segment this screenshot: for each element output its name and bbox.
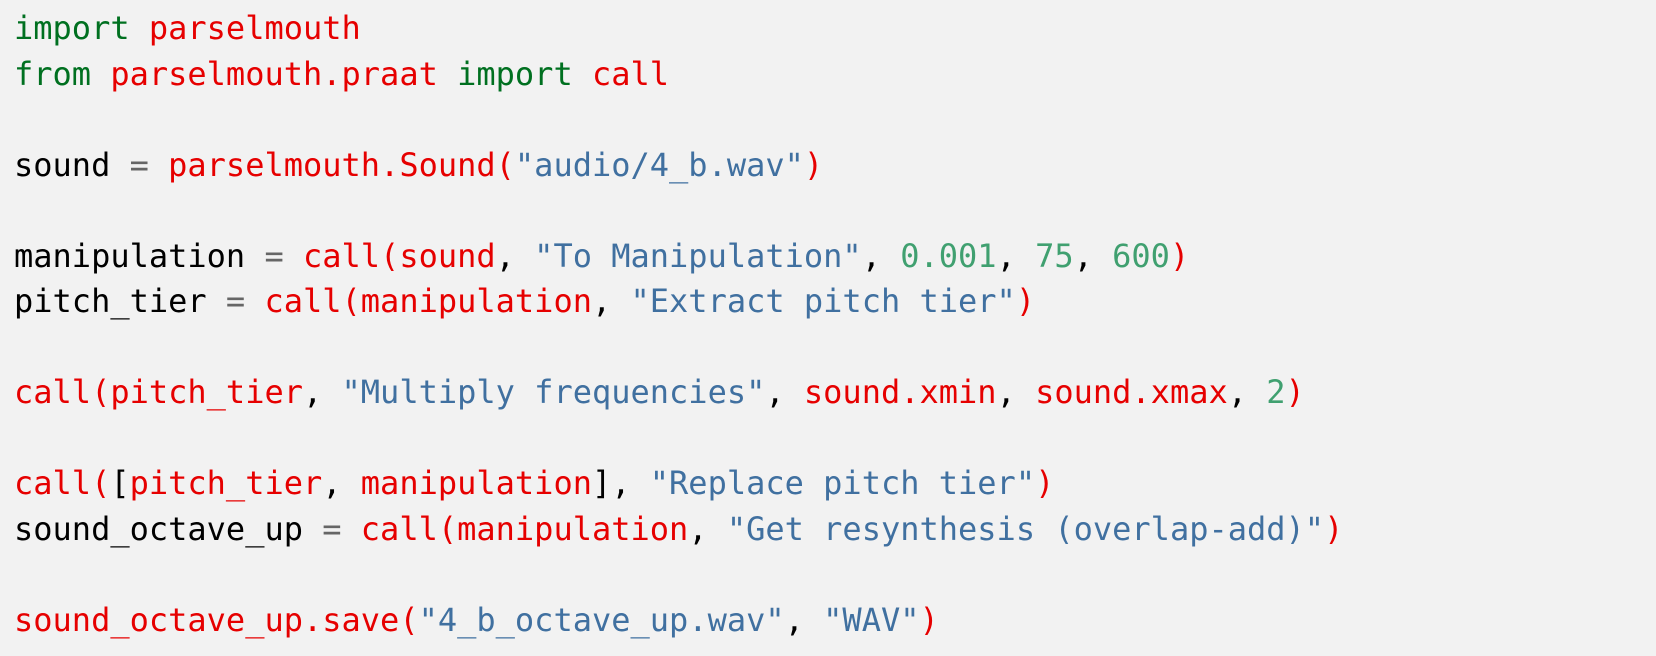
code-token-name: call(	[14, 464, 111, 502]
code-token-string: "Get resynthesis (overlap-add)"	[726, 509, 1325, 548]
code-token-name: )	[1015, 282, 1036, 320]
code-token-number: 2	[1266, 373, 1286, 411]
code-token-name: call(sound	[302, 236, 496, 275]
blank-code-line	[14, 325, 1656, 371]
code-token-number: 0.001	[900, 236, 997, 275]
code-token-string: "Extract pitch tier"	[630, 282, 1016, 320]
code-token-plain: pitch_tier	[14, 282, 207, 320]
code-token-plain: [	[110, 464, 130, 502]
code-token-number: 75	[1035, 236, 1074, 275]
code-block: import parselmouth from parselmouth.praat…	[0, 0, 1656, 656]
code-token-op: =	[110, 145, 169, 184]
code-token-number: 600	[1112, 236, 1170, 275]
code-token-plain: ],	[591, 464, 650, 502]
code-token-string: "4_b_octave_up.wav"	[418, 600, 785, 639]
code-token-name: )	[1035, 464, 1055, 502]
code-token-name: parselmouth.praat	[110, 54, 438, 93]
code-token-plain: ,	[996, 236, 1036, 275]
code-token-string: "Multiply frequencies"	[341, 373, 766, 411]
code-token-op: =	[206, 282, 265, 320]
code-token-name: parselmouth	[148, 9, 361, 47]
code-line: from parselmouth.praat import call	[14, 52, 1656, 98]
code-token-plain: manipulation	[14, 236, 246, 275]
code-token-plain: ,	[1073, 236, 1113, 275]
code-token-name: call	[591, 54, 670, 93]
code-token-name: )	[803, 145, 824, 184]
code-token-name: call(manipulation	[360, 509, 689, 548]
code-token-plain: ,	[784, 600, 824, 639]
code-token-name: )	[1324, 509, 1344, 548]
code-line: call([pitch_tier, manipulation], "Replac…	[14, 461, 1656, 507]
code-token-keyword: import	[457, 54, 573, 93]
code-token-plain: ,	[495, 236, 535, 275]
code-token-name: call(pitch_tier	[14, 373, 303, 411]
blank-code-line	[14, 552, 1656, 598]
code-token-string: "To Manipulation"	[534, 236, 862, 275]
code-token-plain: ,	[1227, 373, 1267, 411]
code-token-string: "WAV"	[823, 600, 920, 639]
code-token-plain: sound_octave_up	[14, 509, 303, 548]
code-token-name: pitch_tier	[129, 464, 323, 502]
code-token-keyword: import	[14, 9, 130, 47]
code-token-keyword: from	[14, 54, 92, 93]
code-line: sound_octave_up.save("4_b_octave_up.wav"…	[14, 598, 1656, 644]
code-token-name: )	[1169, 236, 1190, 275]
blank-code-line	[14, 416, 1656, 462]
code-token-name: )	[919, 600, 939, 639]
code-line: sound_octave_up = call(manipulation, "Ge…	[14, 507, 1656, 553]
code-line: manipulation = call(sound, "To Manipulat…	[14, 234, 1656, 280]
code-token-plain: ,	[322, 464, 361, 502]
code-token-plain: ,	[765, 373, 804, 411]
code-token-plain: ,	[861, 236, 901, 275]
blank-code-line	[14, 188, 1656, 234]
code-token-string: "Replace pitch tier"	[649, 464, 1036, 502]
code-token-plain: ,	[591, 282, 631, 320]
code-token-name: sound_octave_up.save(	[14, 600, 419, 639]
code-token-plain: sound	[14, 145, 111, 184]
code-token-plain: ,	[996, 373, 1036, 411]
code-token-name: parselmouth.Sound(	[168, 145, 515, 184]
code-token-string: "audio/4_b.wav"	[514, 145, 804, 184]
code-token-plain: ,	[688, 509, 727, 548]
code-token-name: manipulation	[360, 464, 592, 502]
code-token-op: =	[245, 236, 303, 275]
code-line: sound = parselmouth.Sound("audio/4_b.wav…	[14, 143, 1656, 189]
blank-code-line	[14, 97, 1656, 143]
code-token-name: sound.xmin	[803, 373, 997, 411]
code-token-name: call(manipulation	[264, 282, 592, 320]
code-token-plain: ,	[302, 373, 342, 411]
code-token-op: =	[302, 509, 361, 548]
code-line: pitch_tier = call(manipulation, "Extract…	[14, 279, 1656, 325]
code-token-name: )	[1285, 373, 1305, 411]
code-line: call(pitch_tier, "Multiply frequencies",…	[14, 370, 1656, 416]
code-token-name: sound.xmax	[1035, 373, 1228, 411]
code-line: import parselmouth	[14, 6, 1656, 52]
